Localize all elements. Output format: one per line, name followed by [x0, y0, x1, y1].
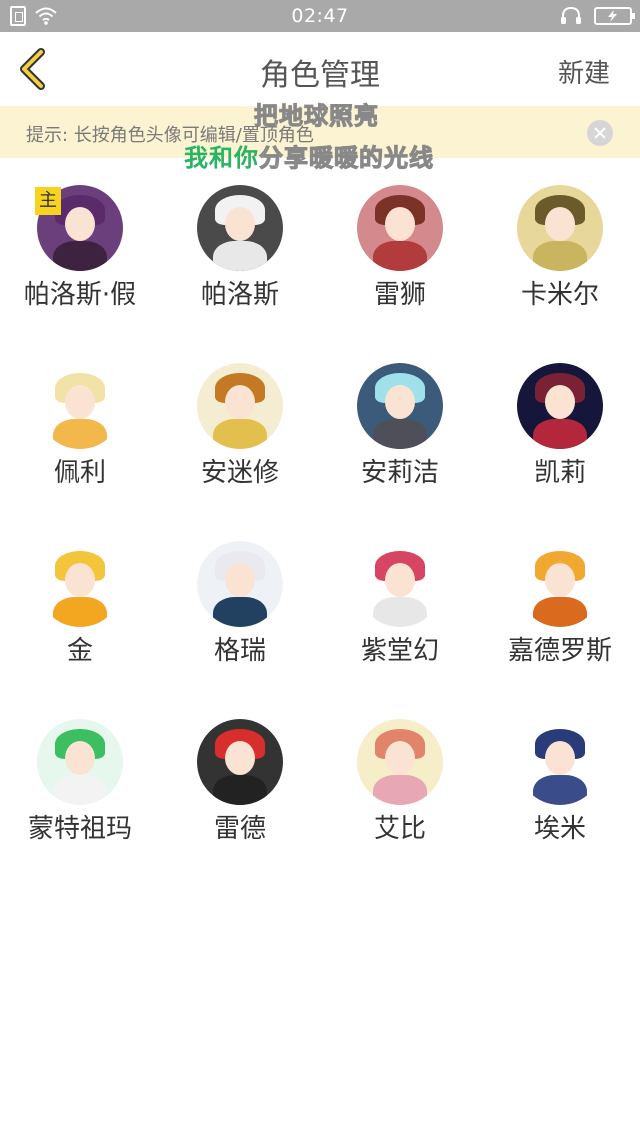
character-avatar[interactable]	[197, 719, 283, 805]
character-avatar[interactable]	[357, 185, 443, 271]
character-avatar[interactable]	[37, 363, 123, 449]
character-avatar[interactable]	[517, 363, 603, 449]
character-name: 帕洛斯·假	[23, 280, 137, 310]
character-item[interactable]: 蒙特祖玛	[0, 692, 160, 870]
character-item[interactable]: 帕洛斯·假 主	[0, 158, 160, 336]
character-avatar[interactable]	[37, 541, 123, 627]
character-avatar[interactable]	[37, 719, 123, 805]
character-name: 佩利	[53, 458, 106, 488]
character-avatar[interactable]	[197, 541, 283, 627]
close-tip-button[interactable]	[587, 120, 613, 146]
nav-bar: 角色管理 新建	[0, 32, 640, 106]
character-name: 卡米尔	[520, 280, 599, 310]
character-item[interactable]: 安迷修	[160, 336, 320, 514]
character-item[interactable]: 格瑞	[160, 514, 320, 692]
character-name: 艾比	[373, 814, 426, 844]
character-avatar[interactable]	[197, 363, 283, 449]
page-title: 角色管理	[260, 58, 380, 93]
status-bar: 02:47	[0, 0, 640, 32]
character-item[interactable]: 金	[0, 514, 160, 692]
character-item[interactable]: 凯莉	[480, 336, 640, 514]
character-item[interactable]: 卡米尔	[480, 158, 640, 336]
character-name: 埃米	[533, 814, 586, 844]
character-name: 金	[66, 636, 93, 666]
character-avatar[interactable]	[357, 541, 443, 627]
character-item[interactable]: 嘉德罗斯	[480, 514, 640, 692]
character-name: 凯莉	[533, 458, 586, 488]
character-name: 安迷修	[200, 458, 279, 488]
main-character-badge: 主	[35, 187, 61, 215]
character-item[interactable]: 艾比	[320, 692, 480, 870]
character-name: 雷狮	[373, 280, 426, 310]
character-item[interactable]: 紫堂幻	[320, 514, 480, 692]
lyric-overlay-line1: 把地球照亮	[254, 102, 379, 131]
character-name: 帕洛斯	[200, 280, 279, 310]
character-name: 格瑞	[213, 636, 266, 666]
character-item[interactable]: 埃米	[480, 692, 640, 870]
character-item[interactable]: 雷德	[160, 692, 320, 870]
character-name: 嘉德罗斯	[507, 636, 612, 666]
character-item[interactable]: 帕洛斯	[160, 158, 320, 336]
character-avatar[interactable]	[517, 719, 603, 805]
character-item[interactable]: 佩利	[0, 336, 160, 514]
character-name: 安莉洁	[360, 458, 439, 488]
character-name: 雷德	[213, 814, 266, 844]
headset-icon	[561, 6, 581, 24]
character-item[interactable]: 安莉洁	[320, 336, 480, 514]
character-avatar[interactable]	[357, 363, 443, 449]
character-item[interactable]: 雷狮	[320, 158, 480, 336]
character-name: 蒙特祖玛	[27, 814, 132, 844]
battery-charging-icon	[594, 7, 635, 25]
character-avatar[interactable]	[517, 541, 603, 627]
character-avatar[interactable]	[357, 719, 443, 805]
character-avatar[interactable]	[197, 185, 283, 271]
character-avatar[interactable]	[517, 185, 603, 271]
new-button[interactable]: 新建	[558, 53, 610, 90]
character-name: 紫堂幻	[360, 636, 439, 666]
status-time: 02:47	[291, 5, 349, 27]
